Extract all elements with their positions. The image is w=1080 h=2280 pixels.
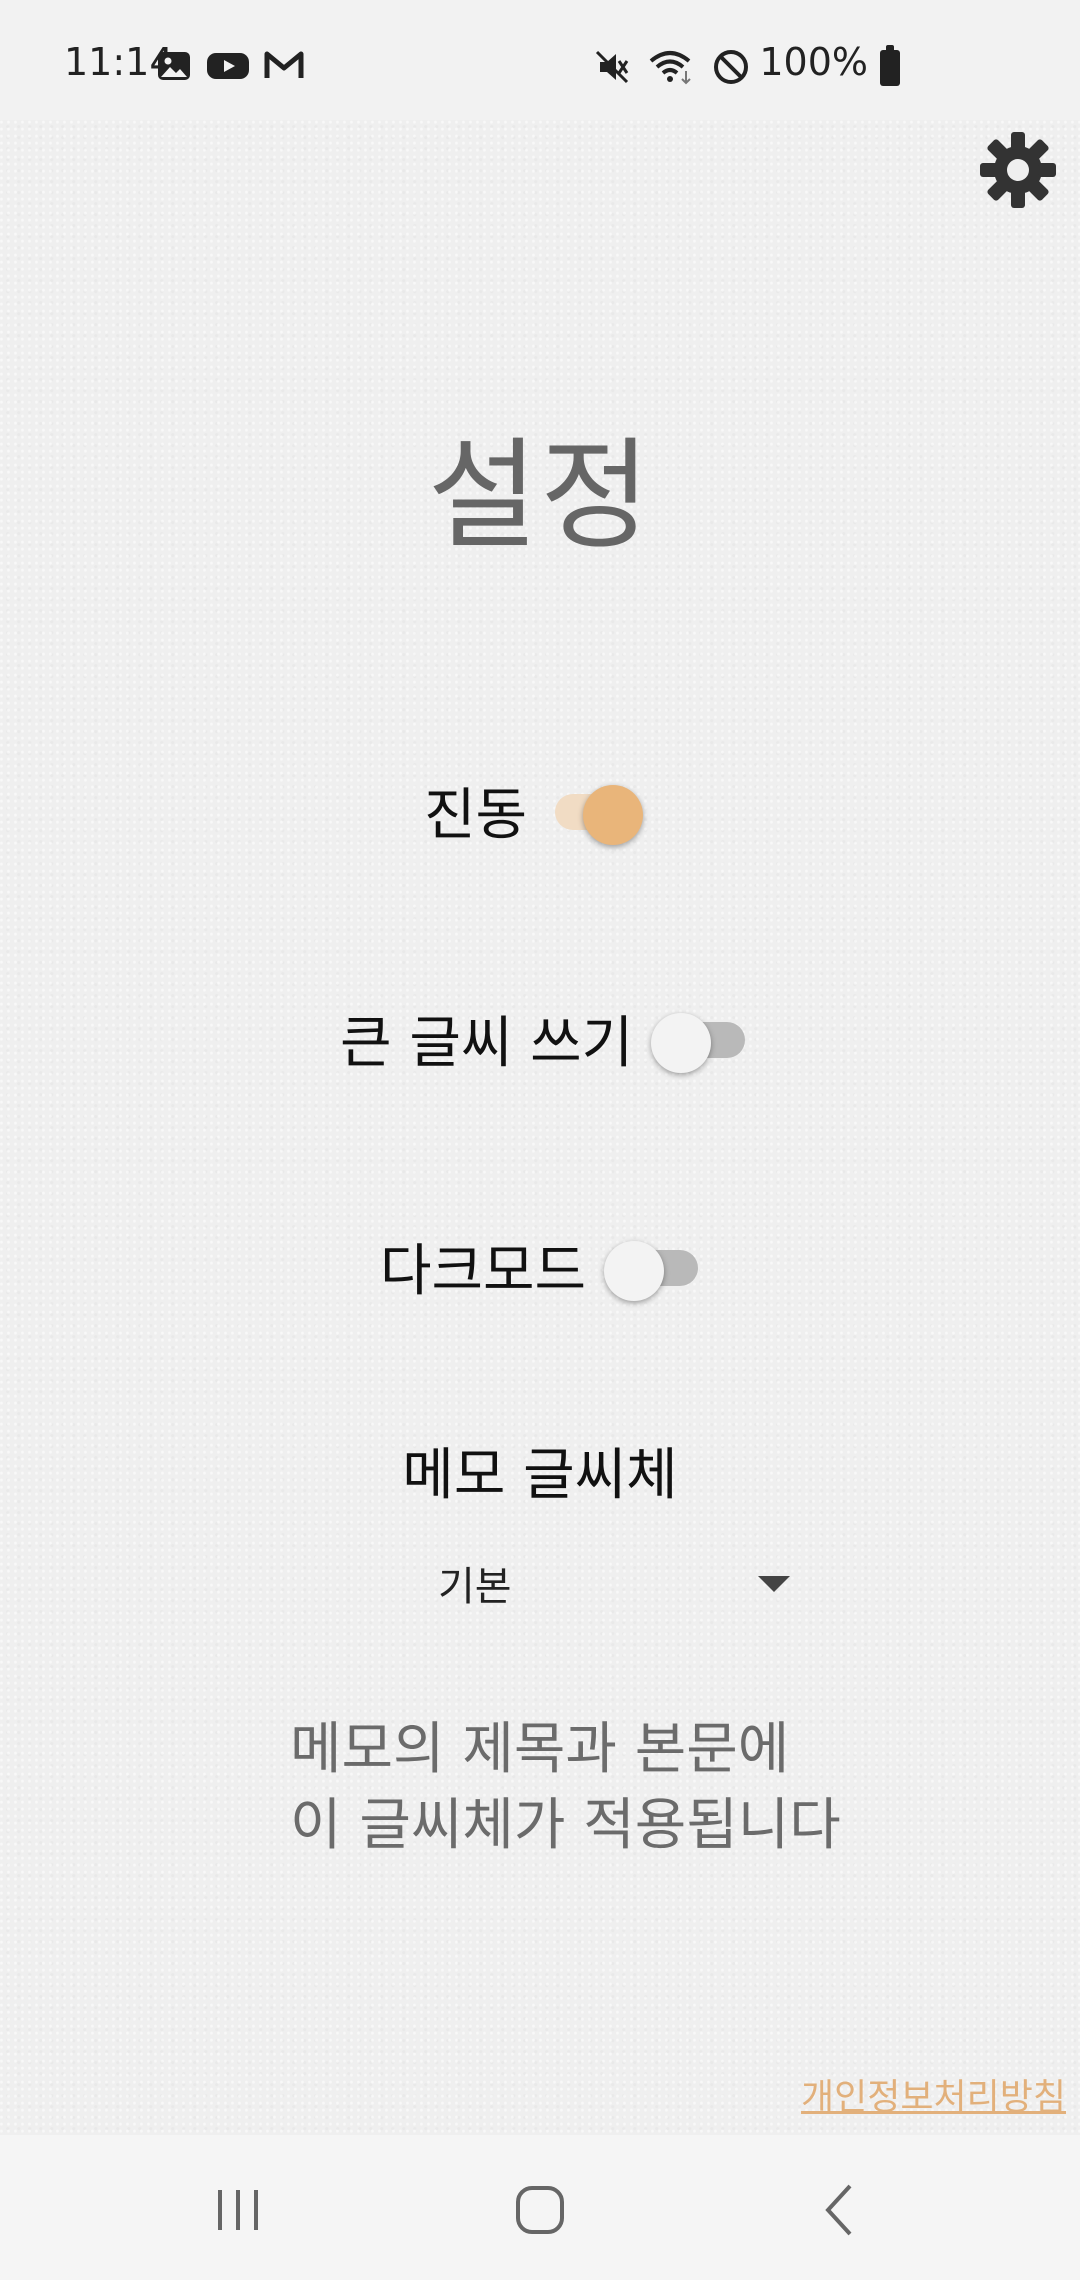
back-icon[interactable] [810, 2180, 870, 2240]
youtube-icon [207, 53, 249, 79]
dark-mode-toggle[interactable] [604, 1240, 702, 1301]
vibration-toggle[interactable] [545, 784, 644, 845]
setting-large-text: 큰 글씨 쓰기 [340, 998, 749, 1079]
battery-text: 100% [759, 40, 868, 84]
gallery-icon [158, 52, 190, 80]
font-description-line1: 메모의 제목과 본문에 [290, 1717, 790, 1782]
wifi-icon [649, 51, 691, 85]
large-text-toggle[interactable] [651, 1012, 749, 1073]
toggle-thumb [651, 1012, 712, 1073]
setting-dark-mode: 다크모드 [380, 1226, 702, 1307]
setting-vibration: 진동 [424, 770, 644, 851]
mute-icon [595, 50, 629, 84]
dark-mode-label: 다크모드 [380, 1239, 587, 1304]
gear-icon[interactable] [976, 128, 1060, 212]
dnd-icon [714, 50, 748, 84]
recents-icon[interactable] [208, 2180, 268, 2240]
status-icons-left [156, 48, 304, 84]
font-dropdown[interactable]: 기본 [420, 1548, 800, 1618]
font-description: 메모의 제목과 본문에 이 글씨체가 적용됩니다 [290, 1712, 841, 1864]
navigation-bar [0, 2135, 1080, 2280]
large-text-label: 큰 글씨 쓰기 [340, 1011, 634, 1076]
font-description-line2: 이 글씨체가 적용됩니다 [290, 1793, 841, 1858]
home-icon[interactable] [510, 2180, 570, 2240]
vibration-label: 진동 [424, 783, 528, 848]
toggle-thumb [583, 784, 644, 845]
status-bar: 11:14 100% [0, 0, 1080, 120]
status-icons-right [594, 48, 750, 86]
font-label: 메모 글씨체 [402, 1443, 678, 1508]
dropdown-arrow-icon [758, 1576, 790, 1592]
page-title: 설정 [427, 427, 653, 566]
privacy-policy-link[interactable]: 개인정보처리방침 [801, 2068, 1066, 2120]
toggle-thumb [604, 1240, 665, 1301]
font-dropdown-value: 기본 [438, 1564, 512, 1610]
gmail-icon [264, 51, 304, 78]
battery-icon [880, 45, 900, 86]
